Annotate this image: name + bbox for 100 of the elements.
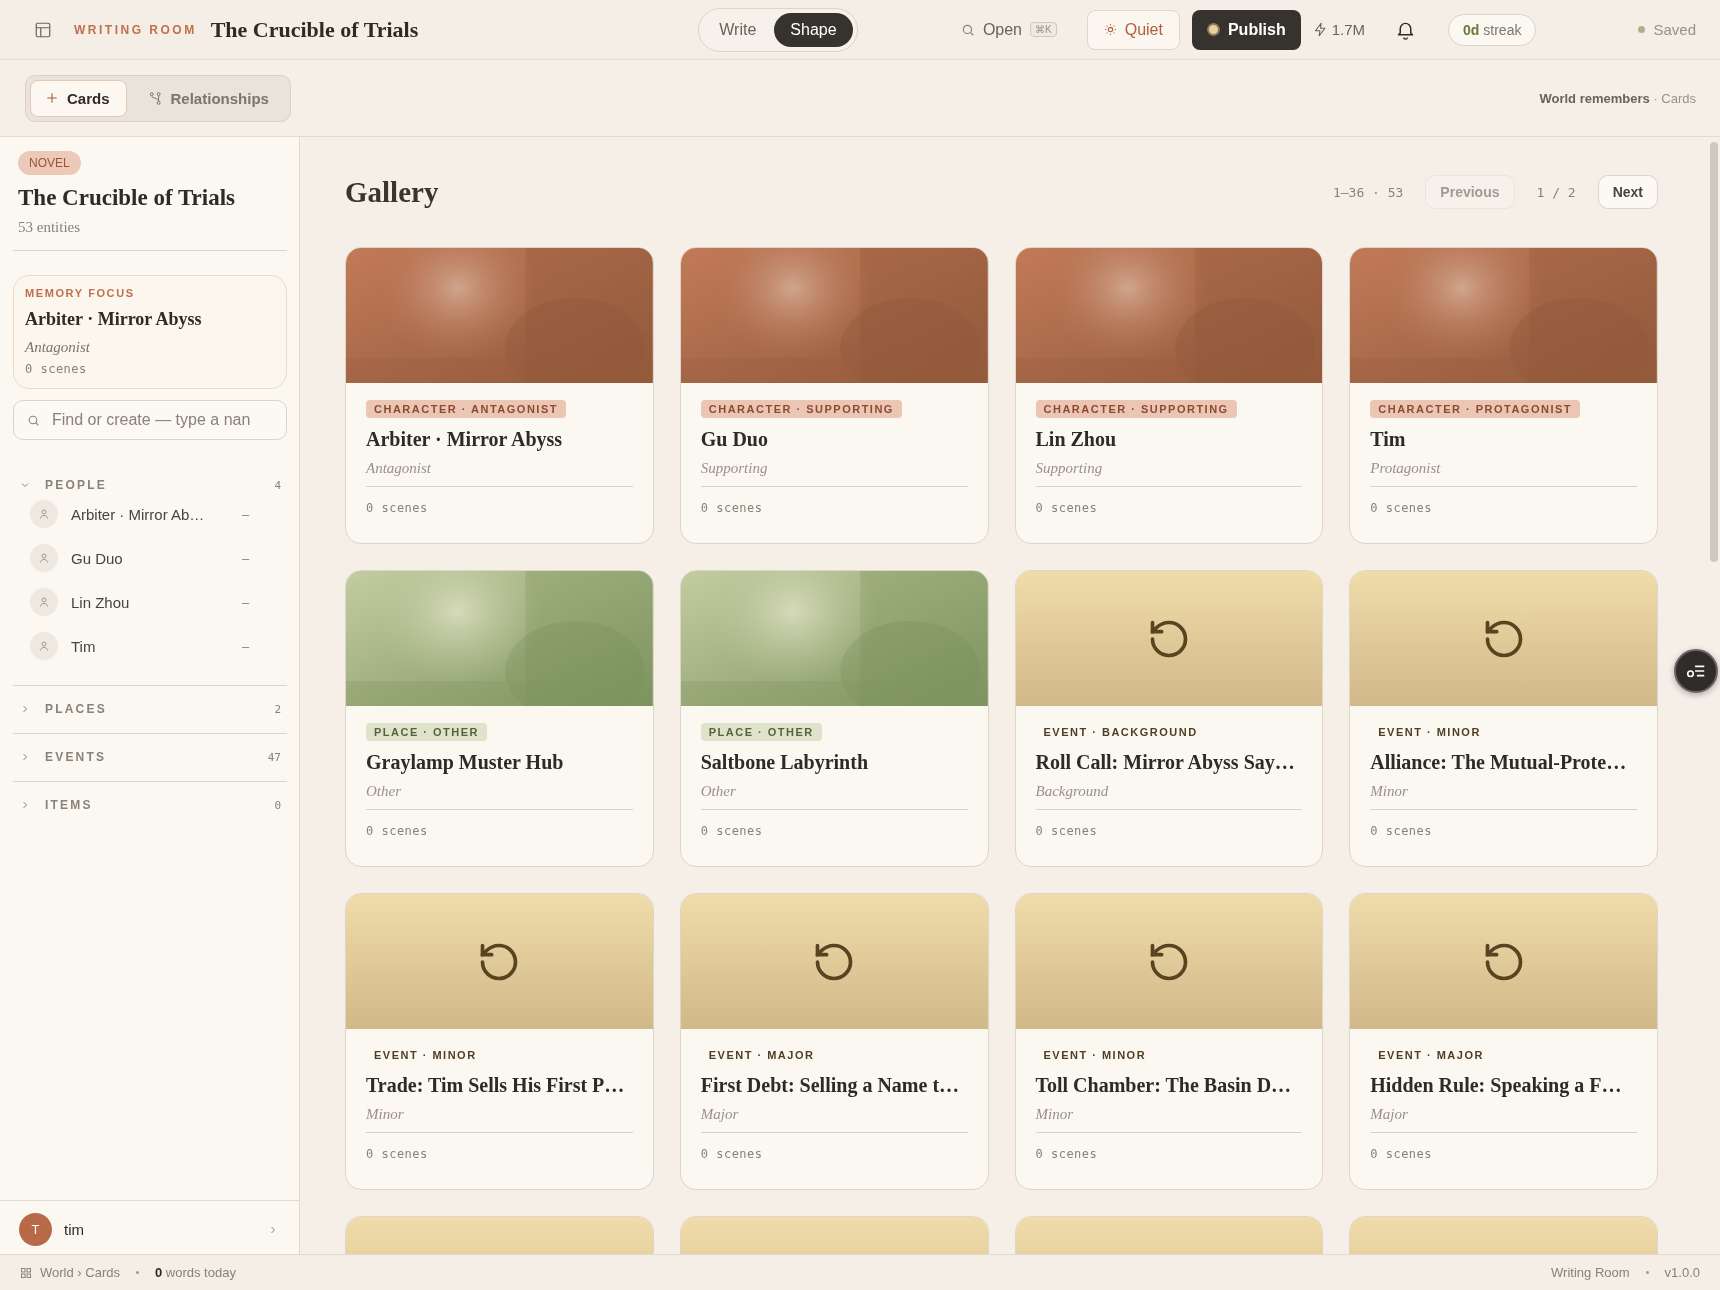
document-title: The Crucible of Trials bbox=[210, 16, 419, 43]
card-title: Gu Duo bbox=[700, 428, 769, 451]
search-icon bbox=[960, 22, 975, 37]
entity-card[interactable]: EVENT · MAJOR Hidden Rule: Speaking a F… Major 0 scenes bbox=[1349, 893, 1658, 1190]
card-title: Alliance: The Mutual-Prote… bbox=[1370, 751, 1628, 774]
app-name: Writing Room bbox=[1551, 1265, 1630, 1280]
app-version: v1.0.0 bbox=[1664, 1265, 1700, 1280]
shortcut-key: ⌘K bbox=[1030, 22, 1057, 37]
entity-value: – bbox=[242, 506, 250, 522]
group-header[interactable]: PLACES 2 bbox=[13, 702, 287, 716]
card-role: Protagonist bbox=[1370, 460, 1442, 477]
card-title: Tim bbox=[1370, 428, 1407, 451]
group-label: PEOPLE bbox=[45, 478, 108, 492]
breadcrumb: World remembers · Cards bbox=[1539, 90, 1696, 106]
entity-card[interactable]: EVENT · MAJOR First Debt: Selling a Name t… Major 0 scenes bbox=[679, 893, 989, 1190]
entity-card[interactable]: EVENT · MINOR Toll Chamber: The Basin D… Minor 0 scenes bbox=[1014, 893, 1324, 1190]
sun-icon bbox=[1103, 23, 1117, 36]
sidebar-toggle-icon[interactable] bbox=[34, 20, 52, 39]
scene-count: 0 scenes bbox=[1035, 501, 1099, 515]
entity-card[interactable]: EVENT · MINOR Alliance: The Mutual-Prote… Minor 0 scenes bbox=[1349, 570, 1658, 867]
scene-count: 0 scenes bbox=[1035, 1147, 1099, 1161]
entity-value: – bbox=[242, 550, 250, 566]
gallery-title: Gallery bbox=[345, 175, 439, 209]
focus-label: MEMORY FOCUS bbox=[25, 287, 136, 299]
scene-count: 0 scenes bbox=[700, 824, 764, 838]
category-tag: CHARACTER · SUPPORTING bbox=[700, 400, 902, 418]
category-tag: EVENT · BACKGROUND bbox=[1035, 723, 1206, 741]
group-count: 0 bbox=[274, 798, 281, 812]
lightning-icon bbox=[1312, 22, 1328, 37]
fork-icon bbox=[147, 90, 163, 106]
scene-count: 0 scenes bbox=[700, 1147, 764, 1161]
entity-item[interactable]: Gu Duo – bbox=[13, 536, 287, 580]
card-title: Lin Zhou bbox=[1035, 428, 1118, 451]
open-button[interactable]: Open ⌘K bbox=[954, 19, 1063, 40]
category-tag: PLACE · OTHER bbox=[366, 723, 488, 741]
group-label: ITEMS bbox=[45, 798, 94, 812]
group-count: 2 bbox=[274, 702, 281, 716]
next-button[interactable]: Next bbox=[1597, 175, 1658, 209]
scene-count: 0 scenes bbox=[366, 1147, 429, 1161]
scene-count: 0 scenes bbox=[1370, 501, 1434, 515]
entity-item[interactable]: Arbiter · Mirror Ab… – bbox=[13, 492, 287, 536]
publish-button[interactable]: Publish bbox=[1191, 9, 1301, 50]
entity-card[interactable]: PLACE · OTHER Graylamp Muster Hub Other 0 scenes bbox=[345, 570, 654, 867]
streak-badge: 0d streak bbox=[1448, 13, 1537, 46]
category-tag: CHARACTER · PROTAGONIST bbox=[1370, 400, 1581, 418]
entity-card[interactable]: EVENT · BACKGROUND Roll Call: Mirror Abyss Say… Background 0 scenes bbox=[1014, 570, 1324, 867]
scene-count: 0 scenes bbox=[1035, 824, 1099, 838]
group-header[interactable]: EVENTS 47 bbox=[13, 750, 287, 764]
entity-card[interactable]: PLACE · OTHER Saltbone Labyrinth Other 0 scenes bbox=[679, 570, 989, 867]
word-count: 1.7M bbox=[1331, 21, 1366, 38]
scrollbar[interactable] bbox=[1710, 142, 1718, 562]
result-range: 1–36 · 53 bbox=[1332, 184, 1404, 200]
scene-count: 0 scenes bbox=[25, 362, 88, 376]
category-tag: EVENT · MINOR bbox=[1370, 723, 1489, 741]
entity-card[interactable]: CHARACTER · PROTAGONIST Tim Protagonist 0 scenes bbox=[1349, 247, 1658, 544]
entity-name: Lin Zhou bbox=[71, 593, 131, 611]
category-tag: EVENT · MAJOR bbox=[700, 1046, 823, 1064]
entity-value: – bbox=[242, 638, 250, 654]
entity-card[interactable]: EVENT · MINOR Trade: Tim Sells His First P… Minor 0 scenes bbox=[345, 893, 654, 1190]
search-field[interactable]: Find or create — type a nan bbox=[13, 400, 287, 440]
scene-count: 0 scenes bbox=[1370, 824, 1434, 838]
card-role: Antagonist bbox=[366, 460, 432, 477]
card-role: Minor bbox=[1370, 783, 1409, 800]
entity-card[interactable]: CHARACTER · SUPPORTING Lin Zhou Supporting 0 scenes bbox=[1014, 247, 1324, 544]
entity-value: – bbox=[242, 594, 250, 610]
quiet-button[interactable]: Quiet bbox=[1086, 9, 1180, 50]
category-tag: EVENT · MINOR bbox=[1035, 1046, 1155, 1064]
card-title: Arbiter · Mirror Abyss bbox=[366, 428, 564, 451]
category-tag: EVENT · MAJOR bbox=[1370, 1046, 1492, 1064]
group-label: PLACES bbox=[45, 702, 108, 716]
mode-tab[interactable]: Shape bbox=[774, 12, 853, 47]
entity-name: Tim bbox=[71, 637, 97, 655]
section-label: WRITING ROOM bbox=[74, 22, 197, 37]
scene-count: 0 scenes bbox=[700, 501, 764, 515]
group-header[interactable]: PEOPLE 4 bbox=[13, 478, 287, 492]
view-tab[interactable]: Cards bbox=[30, 79, 127, 117]
category-tag: EVENT · MINOR bbox=[366, 1046, 485, 1064]
card-title: Hidden Rule: Speaking a F… bbox=[1370, 1074, 1623, 1097]
card-role: Other bbox=[700, 783, 737, 800]
page-indicator: 1 / 2 bbox=[1536, 184, 1576, 200]
project-title: The Crucible of Trials bbox=[18, 185, 236, 211]
mode-tab[interactable]: Write bbox=[703, 12, 773, 47]
view-tab[interactable]: Relationships bbox=[132, 79, 286, 117]
entity-card[interactable]: CHARACTER · ANTAGONIST Arbiter · Mirror Abyss Antagonist 0 scenes bbox=[345, 247, 654, 544]
scene-count: 0 scenes bbox=[1370, 1147, 1434, 1161]
card-title: First Debt: Selling a Name t… bbox=[700, 1074, 961, 1097]
card-role: Background bbox=[1035, 783, 1110, 800]
card-role: Supporting bbox=[700, 460, 769, 477]
card-role: Other bbox=[366, 783, 402, 800]
location-path: World › Cards bbox=[40, 1265, 120, 1280]
card-title: Saltbone Labyrinth bbox=[700, 751, 869, 774]
outline-button[interactable] bbox=[1674, 649, 1718, 693]
entity-item[interactable]: Lin Zhou – bbox=[13, 580, 287, 624]
entity-name: Gu Duo bbox=[71, 549, 124, 567]
group-header[interactable]: ITEMS 0 bbox=[13, 798, 287, 812]
category-tag: CHARACTER · ANTAGONIST bbox=[366, 400, 566, 418]
category-tag: CHARACTER · SUPPORTING bbox=[1035, 400, 1237, 418]
scene-count: 0 scenes bbox=[366, 501, 429, 515]
entity-item[interactable]: Tim – bbox=[13, 624, 287, 668]
entity-card[interactable]: CHARACTER · SUPPORTING Gu Duo Supporting 0 scenes bbox=[679, 247, 989, 544]
